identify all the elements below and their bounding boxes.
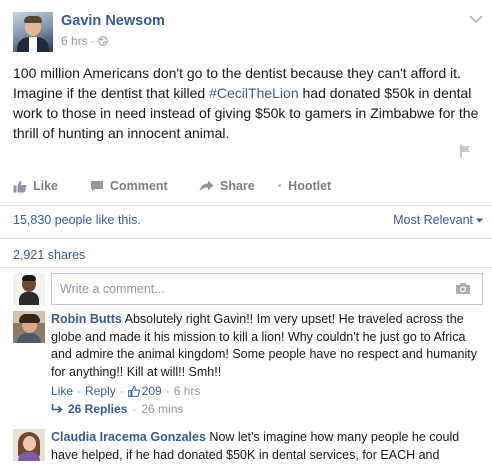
thumbs-up-icon: [13, 180, 27, 192]
shares-count-link[interactable]: 2,921 shares: [13, 248, 85, 262]
camera-icon[interactable]: [455, 282, 471, 295]
author-avatar[interactable]: [13, 12, 53, 52]
dot-separator: ·: [132, 402, 137, 416]
caret-down-icon: [476, 218, 483, 222]
share-label: Share: [220, 179, 255, 193]
divider: [0, 205, 492, 206]
comment-like-link[interactable]: Like: [51, 383, 73, 401]
divider: [0, 238, 492, 239]
post-header: Gavin Newsom 6 hrs ·: [13, 12, 483, 56]
comment-likes[interactable]: 209: [127, 383, 162, 401]
comment-composer: [13, 273, 483, 305]
dot-separator: ·: [77, 384, 82, 398]
share-button[interactable]: Share: [199, 179, 255, 193]
replies-count[interactable]: 26 Replies: [68, 402, 127, 416]
post-options-chevron-icon[interactable]: [469, 14, 483, 24]
post-time[interactable]: 6 hrs: [61, 34, 88, 48]
hootlet-label: Hootlet: [288, 179, 332, 193]
comment-item: Claudia Iracema Gonzales Now let's imagi…: [13, 429, 483, 465]
dot-separator: ·: [165, 384, 170, 398]
comment-actions: Like · Reply · 209 · 6 hrs: [51, 383, 483, 401]
comment-body: Robin Butts Absolutely right Gavin!! Im …: [51, 311, 483, 401]
hootlet-dot: ·: [278, 179, 283, 193]
view-replies[interactable]: 26 Replies · 26 mins: [51, 402, 183, 416]
comment-input[interactable]: [51, 273, 483, 305]
user-avatar: [13, 273, 45, 305]
like-label: Like: [33, 179, 59, 193]
reply-arrow-icon: [51, 404, 63, 414]
dot-separator: ·: [119, 384, 124, 398]
flag-icon[interactable]: [458, 144, 473, 159]
thumbs-up-outline-icon: [127, 386, 140, 398]
sort-label: Most Relevant: [393, 213, 473, 227]
author-name[interactable]: Gavin Newsom: [61, 13, 165, 29]
share-arrow-icon: [199, 180, 214, 192]
sort-dropdown[interactable]: Most Relevant: [393, 213, 483, 227]
post-meta: 6 hrs ·: [61, 34, 108, 48]
comment-label: Comment: [110, 179, 168, 193]
comment-like-count: 209: [141, 384, 162, 398]
commenter-name[interactable]: Claudia Iracema Gonzales: [51, 430, 206, 444]
hootlet-button[interactable]: · Hootlet: [278, 179, 331, 193]
comment-item: Robin Butts Absolutely right Gavin!! Im …: [13, 311, 483, 426]
comment-time[interactable]: 6 hrs: [174, 383, 201, 401]
comment-body: Claudia Iracema Gonzales Now let's imagi…: [51, 429, 483, 465]
like-button[interactable]: Like: [13, 179, 58, 193]
comment-reply-link[interactable]: Reply: [85, 383, 116, 401]
meta-separator: ·: [90, 34, 95, 48]
commenter-avatar[interactable]: [13, 311, 45, 343]
divider: [0, 267, 492, 268]
likes-count-link[interactable]: 15,830 people like this.: [13, 213, 141, 227]
post-text: 100 million Americans don't go to the de…: [13, 63, 483, 143]
hashtag-link[interactable]: #CecilTheLion: [209, 85, 299, 101]
comment-button[interactable]: Comment: [90, 179, 168, 193]
replies-time: 26 mins: [141, 402, 184, 416]
speech-bubble-icon: [91, 181, 103, 192]
commenter-avatar[interactable]: [13, 429, 45, 461]
globe-icon[interactable]: [97, 36, 108, 46]
action-bar: Like Comment Share · Hootlet: [13, 176, 483, 196]
commenter-name[interactable]: Robin Butts: [51, 312, 122, 326]
